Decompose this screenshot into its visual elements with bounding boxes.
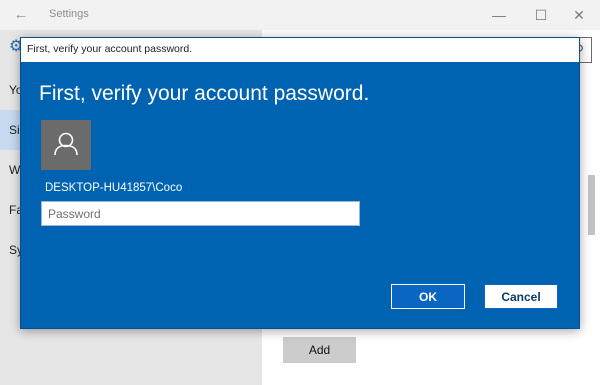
back-arrow-icon[interactable]: ←	[10, 5, 32, 25]
verify-password-dialog: First, verify your account password. Fir…	[20, 37, 580, 329]
add-button[interactable]: Add	[283, 337, 356, 363]
scrollbar[interactable]	[588, 175, 595, 235]
maximize-button[interactable]: ☐	[520, 0, 562, 30]
app-title: Settings	[49, 8, 89, 20]
account-name: DESKTOP-HU41857\Coco	[45, 182, 183, 194]
cancel-button[interactable]: Cancel	[484, 284, 558, 309]
ok-button[interactable]: OK	[391, 284, 465, 309]
minimize-button[interactable]: —	[478, 0, 520, 30]
avatar	[41, 120, 91, 170]
password-field[interactable]	[41, 201, 360, 226]
settings-titlebar: ← Settings — ☐ ✕	[0, 0, 600, 30]
dialog-titlebar: First, verify your account password.	[21, 38, 579, 62]
user-icon	[54, 132, 78, 156]
close-button[interactable]: ✕	[558, 0, 600, 30]
dialog-titlebar-text: First, verify your account password.	[27, 43, 193, 55]
dialog-heading: First, verify your account password.	[39, 82, 370, 105]
